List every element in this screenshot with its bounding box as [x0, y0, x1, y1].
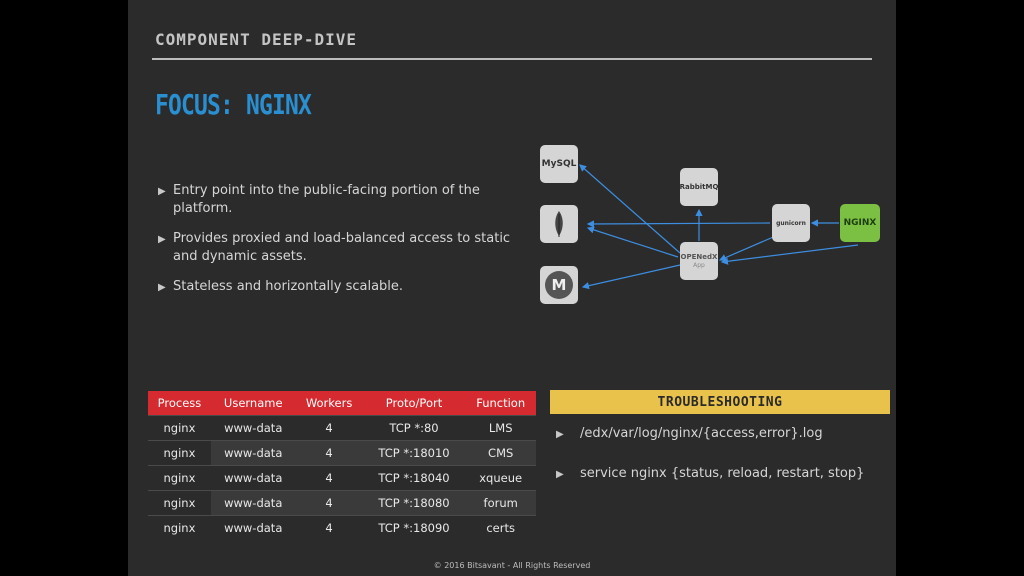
bullet-item: ▶ Provides proxied and load-balanced acc… — [158, 230, 538, 266]
arrow-openedx-mysql — [579, 164, 681, 254]
nginx-node: NGINX — [840, 204, 880, 242]
memcached-logo-icon: M — [545, 271, 573, 299]
table-row: nginx www-data 4 TCP *:18010 CMS — [148, 440, 536, 466]
gunicorn-node: gunicorn — [772, 204, 810, 242]
footer-copyright: © 2016 Bitsavant - All Rights Reserved — [433, 561, 591, 570]
process-table: Process Username Workers Proto/Port Func… — [148, 391, 536, 540]
table-cell: nginx — [148, 490, 211, 516]
troubleshooting-item: ▶ service nginx {status, reload, restart… — [556, 466, 886, 482]
mysql-label: MySQL — [541, 158, 577, 169]
table-cell: 4 — [295, 490, 363, 516]
bullet-text: Provides proxied and load-balanced acces… — [173, 231, 511, 264]
bullet-triangle-icon: ▶ — [556, 429, 564, 440]
bullet-item: ▶ Entry point into the public-facing por… — [158, 182, 538, 218]
gunicorn-label: gunicorn — [776, 219, 806, 227]
rabbitmq-label: RabbitMQ — [680, 182, 718, 191]
bullet-text: Stateless and horizontally scalable. — [173, 279, 404, 294]
arrow-openedx-mongodb — [586, 226, 679, 258]
table-cell: www-data — [210, 440, 296, 466]
troubleshooting-header: TROUBLESHOOTING — [550, 390, 890, 414]
openedx-node: OPENedX App — [680, 242, 718, 280]
bullet-triangle-icon: ▶ — [158, 282, 166, 293]
table-cell: 4 — [295, 440, 363, 466]
troubleshooting-item: ▶ /edx/var/log/nginx/{access,error}.log — [556, 426, 886, 442]
table-header-cell: Workers — [295, 391, 363, 416]
table-row: nginx www-data 4 TCP *:18080 forum — [148, 490, 536, 516]
bullet-item: ▶ Stateless and horizontally scalable. — [158, 278, 538, 296]
table-cell: nginx — [148, 415, 211, 441]
table-cell: www-data — [210, 465, 296, 491]
mongodb-node — [540, 205, 578, 243]
troubleshooting-list: ▶ /edx/var/log/nginx/{access,error}.log … — [556, 426, 886, 506]
table-cell: 4 — [295, 415, 363, 441]
table-row: nginx www-data 4 TCP *:80 LMS — [148, 415, 536, 441]
table-cell: certs — [465, 515, 536, 540]
header-divider — [152, 58, 872, 60]
architecture-diagram: MySQL M RabbitMQ OPENedX App gunicorn NG… — [528, 135, 888, 315]
table-cell: nginx — [148, 515, 211, 540]
table-header-cell: Function — [465, 391, 536, 416]
bullet-text: Entry point into the public-facing porti… — [173, 183, 480, 216]
nginx-label: NGINX — [843, 217, 877, 228]
table-cell: CMS — [465, 440, 536, 466]
mongodb-leaf-icon — [555, 211, 563, 237]
table-cell: www-data — [210, 490, 296, 516]
bullet-list: ▶ Entry point into the public-facing por… — [158, 182, 538, 308]
table-cell: nginx — [148, 440, 211, 466]
page-title: FOCUS: NGINX — [155, 88, 312, 121]
slide: COMPONENT DEEP-DIVE FOCUS: NGINX ▶ Entry… — [128, 0, 896, 576]
arrow-gunicorn-mongodb — [586, 220, 771, 228]
table-header-cell: Username — [210, 391, 296, 416]
bullet-triangle-icon: ▶ — [556, 469, 564, 480]
table-cell: xqueue — [465, 465, 536, 491]
table-cell: TCP *:18080 — [362, 490, 466, 516]
table-cell: TCP *:18010 — [362, 440, 466, 466]
table-cell: TCP *:80 — [362, 415, 466, 441]
arrow-openedx-memcached — [581, 264, 681, 290]
table-cell: 4 — [295, 515, 363, 540]
arrow-nginx-openedx — [720, 244, 859, 265]
table-cell: TCP *:18040 — [362, 465, 466, 491]
table-header-cell: Proto/Port — [362, 391, 466, 416]
bullet-triangle-icon: ▶ — [158, 234, 166, 245]
table-cell: nginx — [148, 465, 211, 491]
mysql-node: MySQL — [540, 145, 578, 183]
table-header-cell: Process — [148, 391, 211, 416]
table-cell: forum — [465, 490, 536, 516]
table-cell: www-data — [210, 415, 296, 441]
troubleshooting-text: /edx/var/log/nginx/{access,error}.log — [580, 426, 823, 441]
troubleshooting-text: service nginx {status, reload, restart, … — [580, 466, 865, 481]
table-cell: LMS — [465, 415, 536, 441]
diagram-arrows — [579, 164, 859, 290]
table-cell: TCP *:18090 — [362, 515, 466, 540]
section-title: COMPONENT DEEP-DIVE — [155, 30, 358, 49]
rabbitmq-node: RabbitMQ — [680, 168, 718, 206]
table-cell: 4 — [295, 465, 363, 491]
bullet-triangle-icon: ▶ — [158, 186, 166, 197]
table-row: nginx www-data 4 TCP *:18090 certs — [148, 515, 536, 540]
openedx-sub-label: App — [693, 262, 705, 269]
openedx-label: OPENedX — [680, 253, 718, 261]
memcached-node: M — [540, 266, 578, 304]
table-row: nginx www-data 4 TCP *:18040 xqueue — [148, 465, 536, 491]
table-cell: www-data — [210, 515, 296, 540]
table-header-row: Process Username Workers Proto/Port Func… — [148, 391, 536, 416]
